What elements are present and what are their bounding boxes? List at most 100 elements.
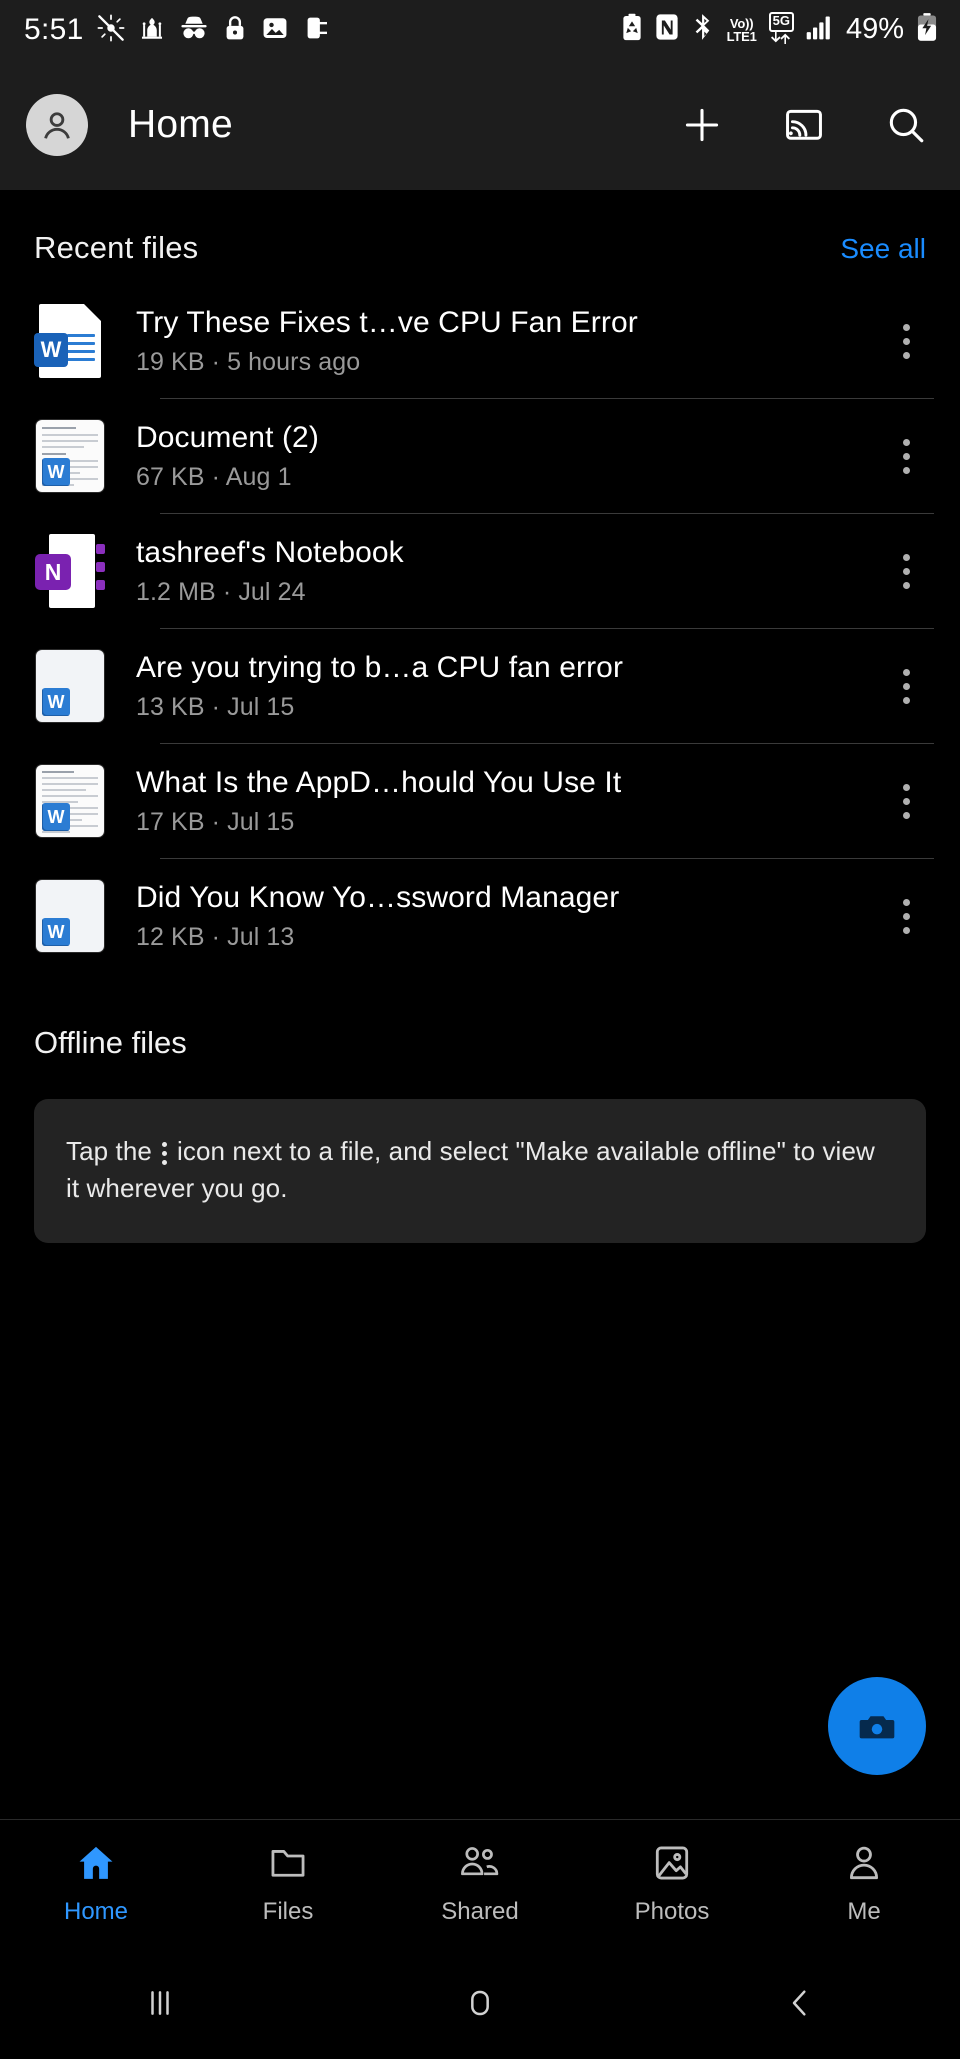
list-item[interactable]: W Are you trying to b…a CPU fan error 13… xyxy=(0,629,960,743)
add-button[interactable] xyxy=(676,99,728,151)
word-badge: W xyxy=(42,803,70,831)
app-bar-actions xyxy=(676,99,932,151)
file-subtitle: 19 KB · 5 hours ago xyxy=(136,347,361,376)
status-clock: 5:51 xyxy=(24,13,84,46)
page-title: Home xyxy=(128,103,233,146)
status-bar: 5:51 Vo)) LTE1 5G 49% xyxy=(0,0,960,60)
onenote-notebook-icon: N xyxy=(34,534,106,608)
more-options-icon[interactable] xyxy=(878,761,934,841)
incognito-icon xyxy=(179,15,209,46)
list-item-text: tashreef's Notebook 1.2 MB · Jul 24 xyxy=(136,536,878,607)
nav-label-home: Home xyxy=(63,1897,129,1925)
battery-percent-label: 49% xyxy=(845,13,904,46)
more-options-icon xyxy=(162,1141,167,1165)
word-badge: W xyxy=(42,688,70,716)
file-name: Are you trying to b…a CPU fan error xyxy=(136,650,624,684)
nfc-icon xyxy=(655,13,679,46)
main-content: Recent files See all W Try These Fixes t… xyxy=(0,190,960,1819)
list-item[interactable]: W Document (2) 67 KB · Aug 1 xyxy=(0,399,960,513)
nav-item-me[interactable]: Me xyxy=(768,1842,960,1926)
list-item[interactable]: N tashreef's Notebook 1.2 MB · Jul 24 xyxy=(0,514,960,628)
offline-hint-part2: icon next to a file, and select "Make av… xyxy=(66,1136,875,1203)
list-item[interactable]: W Try These Fixes t…ve CPU Fan Error 19 … xyxy=(0,284,960,398)
nav-label-files: Files xyxy=(262,1897,314,1925)
nav-item-shared[interactable]: Shared xyxy=(384,1842,576,1926)
do-not-disturb-icon xyxy=(97,14,125,47)
file-name: Document (2) xyxy=(136,420,319,454)
file-name: What Is the AppD…hould You Use It xyxy=(136,765,622,799)
word-thumbnail-icon: W xyxy=(34,650,106,722)
list-item-text: Document (2) 67 KB · Aug 1 xyxy=(136,421,878,492)
home-icon xyxy=(75,1842,117,1889)
more-options-icon[interactable] xyxy=(878,646,934,726)
volte-indicator: Vo)) LTE1 xyxy=(726,15,757,44)
more-options-icon[interactable] xyxy=(878,876,934,956)
word-thumbnail-icon: W xyxy=(34,880,106,952)
mosque-icon xyxy=(138,14,166,47)
list-item[interactable]: W What Is the AppD…hould You Use It 17 K… xyxy=(0,744,960,858)
file-subtitle: 12 KB · Jul 13 xyxy=(136,922,295,951)
more-options-icon[interactable] xyxy=(878,416,934,496)
home-button[interactable] xyxy=(420,1968,540,2038)
word-badge: W xyxy=(42,918,70,946)
file-name: Did You Know Yo…ssword Manager xyxy=(136,880,620,914)
more-options-icon[interactable] xyxy=(878,531,934,611)
screenshot-icon xyxy=(261,14,289,47)
people-icon xyxy=(458,1842,502,1889)
list-item-text: What Is the AppD…hould You Use It 17 KB … xyxy=(136,766,878,837)
nav-item-home[interactable]: Home xyxy=(0,1842,192,1926)
bluetooth-icon xyxy=(691,13,715,46)
see-all-link[interactable]: See all xyxy=(840,233,926,265)
list-item[interactable]: W Did You Know Yo…ssword Manager 12 KB ·… xyxy=(0,859,960,973)
system-navigation-bar xyxy=(0,1947,960,2059)
more-options-icon[interactable] xyxy=(878,301,934,381)
recent-files-header: Recent files See all xyxy=(0,190,960,266)
battery-saver-icon xyxy=(621,13,643,46)
file-name: Try These Fixes t…ve CPU Fan Error xyxy=(136,305,638,339)
status-bar-right: Vo)) LTE1 5G 49% xyxy=(621,12,938,47)
signal-bars-icon xyxy=(806,14,834,45)
person-icon xyxy=(843,1842,885,1889)
offline-files-hint: Tap the icon next to a file, and select "… xyxy=(66,1133,894,1207)
data-arrows-icon xyxy=(770,31,792,48)
lock-icon xyxy=(222,14,248,47)
recent-files-title: Recent files xyxy=(34,230,199,265)
phone-screen: 5:51 Vo)) LTE1 5G 49% Home Recent files … xyxy=(0,0,960,2059)
search-button[interactable] xyxy=(880,99,932,151)
back-button[interactable] xyxy=(740,1968,860,2038)
cast-button[interactable] xyxy=(778,99,830,151)
phone-link-icon xyxy=(302,14,330,47)
nav-item-photos[interactable]: Photos xyxy=(576,1842,768,1926)
list-item-text: Are you trying to b…a CPU fan error 13 K… xyxy=(136,651,878,722)
word-thumbnail-icon: W xyxy=(34,420,106,492)
word-badge: W xyxy=(42,458,70,486)
status-bar-left: 5:51 xyxy=(24,14,330,47)
list-item-text: Did You Know Yo…ssword Manager 12 KB · J… xyxy=(136,881,878,952)
word-thumbnail-icon: W xyxy=(34,765,106,837)
nav-item-files[interactable]: Files xyxy=(192,1842,384,1926)
onenote-badge: N xyxy=(35,554,71,590)
nav-label-shared: Shared xyxy=(441,1897,519,1925)
recents-button[interactable] xyxy=(100,1968,220,2038)
file-name: tashreef's Notebook xyxy=(136,535,404,569)
word-document-icon: W xyxy=(34,304,106,378)
nav-label-me: Me xyxy=(847,1897,881,1925)
offline-files-hint-card: Tap the icon next to a file, and select "… xyxy=(34,1099,926,1243)
nav-label-photos: Photos xyxy=(634,1897,710,1925)
camera-upload-button[interactable] xyxy=(828,1677,926,1775)
5g-indicator: 5G xyxy=(768,12,794,48)
file-subtitle: 67 KB · Aug 1 xyxy=(136,462,292,491)
photo-icon xyxy=(651,1842,693,1889)
recent-files-list: W Try These Fixes t…ve CPU Fan Error 19 … xyxy=(0,266,960,973)
app-bar: Home xyxy=(0,60,960,190)
folder-icon xyxy=(267,1842,309,1889)
file-subtitle: 17 KB · Jul 15 xyxy=(136,807,295,836)
bottom-navigation: Home Files Shared Photos Me xyxy=(0,1819,960,1947)
file-subtitle: 13 KB · Jul 15 xyxy=(136,692,295,721)
file-subtitle: 1.2 MB · Jul 24 xyxy=(136,577,306,606)
account-avatar[interactable] xyxy=(26,94,88,156)
offline-hint-part1: Tap the xyxy=(66,1136,152,1166)
word-badge: W xyxy=(34,333,68,367)
list-item-text: Try These Fixes t…ve CPU Fan Error 19 KB… xyxy=(136,306,878,377)
offline-files-title: Offline files xyxy=(34,1025,187,1060)
